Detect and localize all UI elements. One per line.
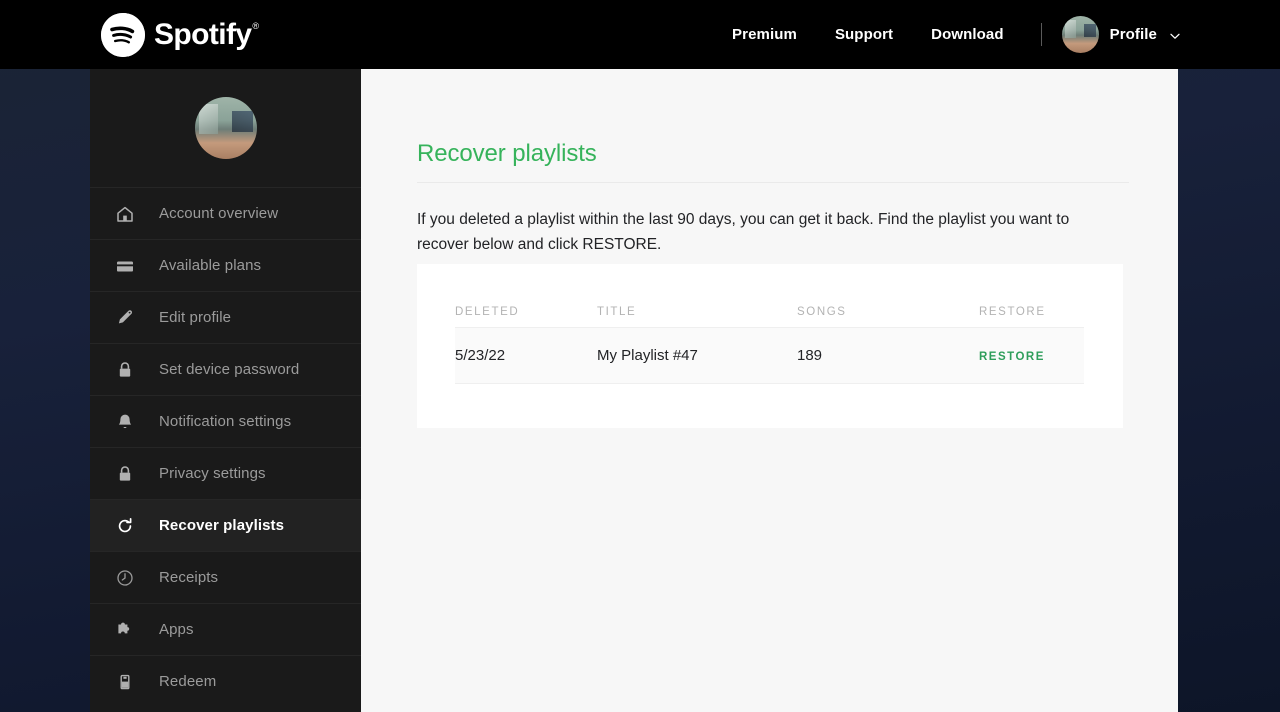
brand-wordmark: Spotify ® (154, 17, 259, 52)
sidebar-item-receipts[interactable]: Receipts (90, 551, 361, 603)
column-header-title: TITLE (597, 306, 637, 318)
column-header-songs: SONGS (797, 306, 847, 318)
sidebar-item-set-device-password[interactable]: Set device password (90, 343, 361, 395)
brand-name-text: Spotify (154, 17, 252, 51)
gift-card-icon (114, 671, 136, 693)
sidebar-item-available-plans[interactable]: Available plans (90, 239, 361, 291)
sidebar-item-label: Receipts (159, 569, 219, 586)
cell-restore-action: RESTORE (979, 347, 1084, 364)
credit-card-icon (114, 255, 136, 277)
sidebar-item-label: Set device password (159, 361, 300, 378)
intro-paragraph: If you deleted a playlist within the las… (417, 211, 1070, 253)
settings-sidebar: Account overview Available plans Edit pr… (90, 69, 361, 712)
sidebar-item-label: Redeem (159, 673, 217, 690)
bell-icon (114, 411, 136, 433)
sidebar-item-label: Notification settings (159, 413, 292, 430)
nav-link-support[interactable]: Support (816, 26, 912, 43)
nav-link-premium[interactable]: Premium (713, 26, 816, 43)
column-header-deleted: DELETED (455, 306, 520, 318)
sidebar-item-label: Privacy settings (159, 465, 266, 482)
top-nav-links: Premium Support Download Profile (713, 16, 1181, 53)
lock-icon (114, 359, 136, 381)
sidebar-item-label: Apps (159, 621, 194, 638)
pencil-icon (114, 307, 136, 329)
cell-song-count: 189 (797, 347, 823, 364)
sidebar-item-label: Recover playlists (159, 517, 285, 534)
table-header-row: DELETED TITLE SONGS RESTORE (455, 297, 1084, 327)
playlists-table: DELETED TITLE SONGS RESTORE 5/23/22 My P… (455, 297, 1084, 384)
sidebar-item-label: Available plans (159, 257, 262, 274)
sidebar-item-account-overview[interactable]: Account overview (90, 187, 361, 239)
sidebar-item-notification-settings[interactable]: Notification settings (90, 395, 361, 447)
cell-playlist-title: My Playlist #47 (597, 347, 698, 364)
nav-link-download[interactable]: Download (912, 26, 1022, 43)
top-navigation-bar: Spotify ® Premium Support Download Profi… (0, 0, 1280, 69)
sidebar-item-label: Account overview (159, 205, 279, 222)
sidebar-avatar-container (90, 69, 361, 187)
sidebar-item-redeem[interactable]: Redeem (90, 655, 361, 707)
lock-icon (114, 463, 136, 485)
registered-mark: ® (252, 20, 259, 31)
table-row: 5/23/22 My Playlist #47 189 RESTORE (455, 327, 1084, 384)
sidebar-item-privacy-settings[interactable]: Privacy settings (90, 447, 361, 499)
chevron-down-icon (1169, 29, 1181, 41)
user-avatar-photo (1061, 16, 1099, 53)
nav-divider (1040, 23, 1042, 46)
recover-playlists-card: DELETED TITLE SONGS RESTORE 5/23/22 My P… (417, 264, 1123, 428)
sidebar-item-edit-profile[interactable]: Edit profile (90, 291, 361, 343)
profile-label: Profile (1109, 26, 1157, 43)
home-icon (114, 203, 136, 225)
puzzle-piece-icon (114, 619, 136, 641)
spotify-logo-icon (101, 12, 145, 57)
main-content: Recover playlists If you deleted a playl… (361, 69, 1178, 712)
profile-menu-button[interactable]: Profile (1060, 16, 1181, 53)
cell-deleted-date: 5/23/22 (455, 347, 506, 364)
spotify-brand-logo[interactable]: Spotify ® (101, 12, 259, 57)
app-root: Spotify ® Premium Support Download Profi… (0, 0, 1280, 712)
page-title: Recover playlists (417, 140, 597, 167)
sidebar-item-recover-playlists[interactable]: Recover playlists (90, 499, 361, 551)
sidebar-item-label: Edit profile (159, 309, 232, 326)
restore-button[interactable]: RESTORE (979, 351, 1045, 363)
user-avatar-photo-large (194, 97, 257, 159)
clock-icon (114, 567, 136, 589)
title-divider (417, 182, 1129, 183)
refresh-circle-icon (114, 515, 136, 537)
sidebar-item-apps[interactable]: Apps (90, 603, 361, 655)
column-header-restore: RESTORE (979, 306, 1046, 318)
